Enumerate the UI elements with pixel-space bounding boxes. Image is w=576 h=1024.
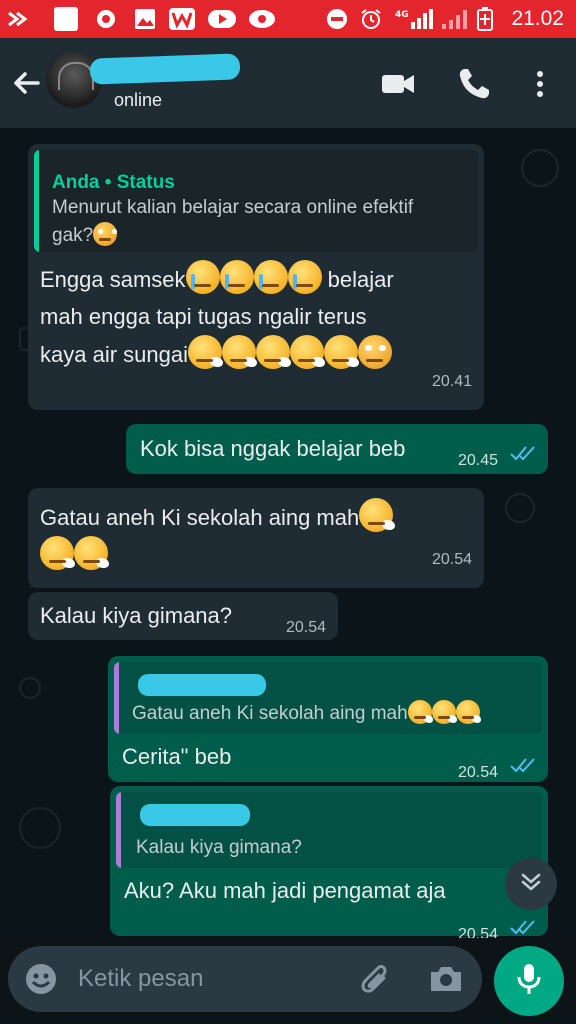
chat-header: online [0,38,576,128]
contact-name-redacted[interactable] [89,53,241,85]
crying-emoji-icon [253,260,288,294]
more-menu-icon[interactable] [526,66,550,102]
quote-bar [34,150,39,252]
message-text: Engga samsek belajar mah engga tapi tuga… [40,260,480,373]
message-incoming[interactable]: Anda • Status Menurut kalian belajar sec… [28,144,484,410]
message-text: Kalau kiya gimana? [40,603,233,628]
voice-record-button[interactable] [494,946,564,1016]
w-app-icon [168,8,196,30]
message-time: 20.54 [458,926,499,938]
app-notification-icon [6,8,32,30]
gallery-icon [133,8,157,30]
video-app-icon [248,8,276,30]
message-outgoing[interactable]: Kalau kiya gimana? Aku? Aku mah jadi pen… [110,786,548,938]
battery-icon [476,7,494,31]
quoted-message[interactable]: Gatau aneh Ki sekolah aing mah [114,662,542,734]
flushed-emoji-icon [357,335,392,369]
mic-icon [514,962,544,1000]
message-incoming[interactable]: Kalau kiya gimana? 20.54 [28,592,338,640]
sneezing-emoji-icon [359,498,395,532]
sneezing-emoji-icon [455,700,481,724]
quote-bar [114,662,119,734]
contact-status: online [114,90,163,110]
sneezing-emoji-icon [221,335,258,369]
chat-area[interactable]: Anda • Status Menurut kalian belajar sec… [0,128,576,938]
sneezing-emoji-icon [74,536,110,570]
sneezing-emoji-icon [323,335,360,369]
quote-text: Kalau kiya gimana? [136,837,302,858]
read-ticks-icon [510,751,536,788]
scroll-down-button[interactable] [505,858,557,910]
signal-weak-icon [440,8,470,30]
message-incoming[interactable]: Gatau aneh Ki sekolah aing mah 20.54 [28,488,484,588]
crying-emoji-icon [185,260,220,294]
sneezing-emoji-icon [255,335,292,369]
thinking-emoji-icon [93,222,118,246]
message-time: 20.54 [285,619,326,636]
youtube-icon [208,8,236,30]
sneezing-emoji-icon [407,700,433,724]
sneezing-emoji-icon [289,335,326,369]
crying-emoji-icon [219,260,254,294]
message-input-bar: Ketik pesan [8,946,482,1012]
scroll-down-icon [518,869,544,899]
sneezing-emoji-icon [187,335,224,369]
quote-author-redacted [138,674,266,696]
sneezing-emoji-icon [40,536,76,570]
emoji-icon[interactable] [24,962,58,1000]
attach-icon[interactable] [358,962,392,1000]
status-time: 21.02 [511,7,564,30]
camera-icon[interactable] [428,962,464,1000]
dnd-icon [325,8,349,30]
read-ticks-icon [510,439,536,476]
read-ticks-icon [510,913,536,938]
signal-4g-icon: 4G [393,8,433,30]
back-arrow-icon[interactable] [10,66,44,100]
message-text: Cerita" beb [122,744,232,769]
message-time: 20.54 [431,551,472,568]
app-notification-icon [54,7,78,31]
message-text: Gatau aneh Ki sekolah aing mah [40,498,470,574]
message-text: Aku? Aku mah jadi pengamat aja [124,878,446,903]
message-text: Kok bisa nggak belajar beb [140,436,406,461]
quote-author-redacted [140,804,250,826]
sneezing-emoji-icon [431,700,457,724]
quote-text: Gatau aneh Ki sekolah aing mah [132,700,542,728]
crying-emoji-icon [287,260,322,294]
quote-text: Menurut kalian belajar secara online efe… [52,197,414,246]
quote-bar [116,792,121,868]
quoted-message[interactable]: Kalau kiya gimana? [116,792,542,868]
status-bar: 4G 21.02 [0,0,576,38]
nav-spacer [0,1018,576,1024]
camera-notification-icon [94,8,120,30]
message-outgoing[interactable]: Gatau aneh Ki sekolah aing mah Cerita" b… [108,656,548,782]
message-time: 20.41 [431,373,472,390]
svg-text:4G: 4G [395,10,409,20]
alarm-icon [359,8,383,30]
message-outgoing[interactable]: Kok bisa nggak belajar beb 20.45 [126,424,548,474]
message-input[interactable]: Ketik pesan [78,965,203,993]
quoted-status[interactable]: Anda • Status Menurut kalian belajar sec… [34,150,478,252]
phone-icon[interactable] [456,66,492,102]
video-call-icon[interactable] [380,66,416,102]
message-time: 20.45 [458,452,499,469]
